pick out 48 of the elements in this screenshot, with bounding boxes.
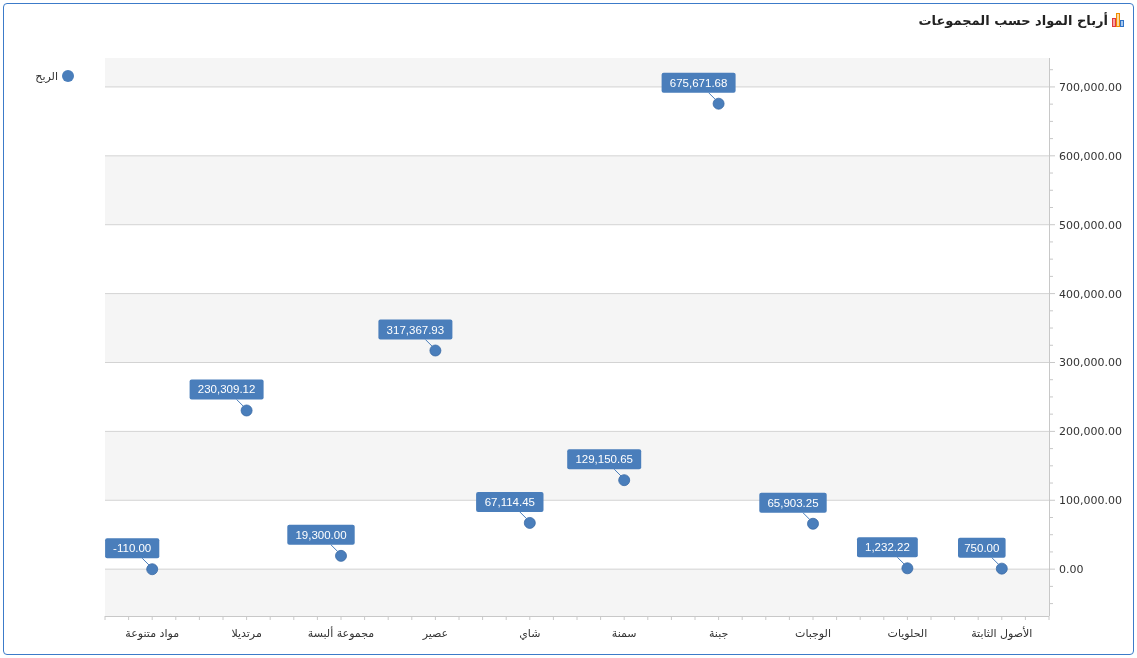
leader-line: [896, 556, 905, 565]
axis-label: مرتديلا: [231, 627, 262, 640]
data-label: -110.00: [105, 538, 160, 559]
leader-line: [424, 339, 433, 347]
legend-label: الربح: [35, 70, 58, 83]
data-label: 67,114.45: [476, 491, 544, 512]
axis-label: 200,000.00: [1059, 425, 1122, 439]
data-point: [618, 474, 631, 487]
data-label: 750.00: [958, 537, 1006, 558]
data-point: [995, 562, 1008, 575]
data-point: [807, 517, 819, 530]
axis-label: جبنة: [708, 627, 729, 640]
data-point: [523, 517, 536, 529]
axis-label: 700,000.00: [1059, 80, 1122, 94]
leader-line: [802, 512, 811, 521]
data-point: [712, 97, 725, 110]
leader-line: [991, 557, 1000, 566]
leader-line: [519, 511, 528, 520]
data-point: [335, 549, 347, 562]
axis-label: شاي: [519, 627, 541, 640]
data-label: 230,309.12: [189, 379, 264, 400]
data-point: [146, 563, 159, 576]
axis-label: عصير: [422, 627, 449, 640]
data-label: 1,232.22: [857, 537, 918, 558]
data-point: [240, 404, 253, 417]
axis-label: 500,000.00: [1059, 218, 1122, 232]
axis-label: مجموعة ألبسة: [307, 627, 375, 640]
data-label: 65,903.25: [759, 492, 827, 513]
data-label: 317,367.93: [378, 319, 453, 340]
data-label: 19,300.00: [287, 524, 355, 545]
axis-label: 0.00: [1059, 563, 1084, 577]
axis-label: 100,000.00: [1059, 494, 1122, 508]
leader-line: [330, 544, 339, 553]
chart-title: أرباح المواد حسب المجموعات: [918, 12, 1108, 28]
data-label: 129,150.65: [567, 449, 642, 470]
axis-label: الحلويات: [887, 627, 928, 640]
axis-label: سمنة: [611, 627, 637, 640]
axis-label: مواد متنوعة: [125, 627, 180, 640]
leader-line: [236, 399, 245, 407]
data-point: [429, 344, 442, 357]
leader-line: [708, 92, 717, 101]
axis-label: 600,000.00: [1059, 149, 1122, 163]
axis-label: 300,000.00: [1059, 356, 1122, 370]
axis-label: 400,000.00: [1059, 287, 1122, 301]
axis-label: الأصول الثابتة: [971, 627, 1033, 640]
bar-chart-icon: [1112, 13, 1125, 27]
axis-label: الوجبات: [795, 627, 831, 640]
data-point: [901, 562, 914, 575]
